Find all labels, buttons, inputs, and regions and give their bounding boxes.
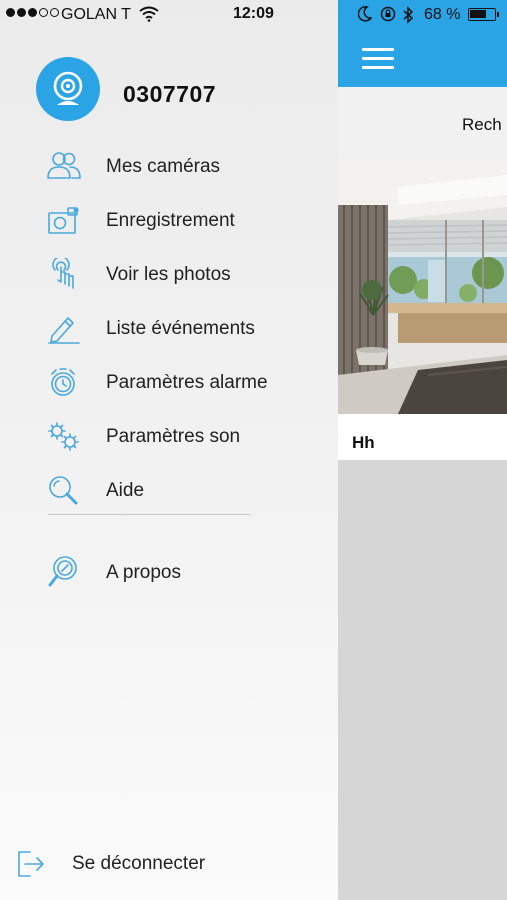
battery-icon: [468, 8, 499, 21]
bluetooth-icon: [403, 6, 414, 24]
status-time: 12:09: [233, 5, 274, 22]
search-bar[interactable]: Rech: [338, 87, 507, 165]
main-content: 68 % Rech Hh: [338, 0, 507, 900]
menu-label: Voir les photos: [106, 264, 231, 285]
menu-label: Mes caméras: [106, 156, 221, 177]
battery-percent: 68 %: [424, 6, 461, 23]
search-icon: [49, 476, 78, 505]
camera-thumbnail[interactable]: [338, 165, 507, 414]
menu-label: Liste événements: [106, 318, 255, 339]
moon-icon: [358, 6, 372, 22]
device-profile[interactable]: 0307707: [36, 57, 216, 121]
menu-item-voir-photos[interactable]: Voir les photos: [0, 247, 338, 301]
menu-label: Paramètres son: [106, 426, 241, 447]
users-icon: [47, 152, 81, 179]
navigation-drawer: GOLAN T 12:09 0307707 Mes caméras Enregi…: [0, 0, 338, 900]
logout-icon: [18, 851, 44, 877]
touch-hand-icon: [52, 258, 74, 289]
webcam-icon: [53, 71, 83, 105]
alarm-clock-icon: [51, 368, 75, 396]
menu-divider: [48, 514, 250, 515]
menu-item-aide[interactable]: Aide: [0, 463, 338, 517]
wifi-icon: [139, 6, 159, 22]
app-header: 68 %: [338, 0, 507, 87]
menu-item-enregistrement[interactable]: Enregistrement: [0, 193, 338, 247]
device-id: 0307707: [123, 81, 217, 107]
pencil-icon: [48, 317, 80, 344]
menu-item-mes-cameras[interactable]: Mes caméras: [0, 139, 338, 193]
menu-item-liste-evenements[interactable]: Liste événements: [0, 301, 338, 355]
search-label: Rech: [462, 115, 502, 134]
rotation-lock-icon: [380, 6, 396, 22]
carrier-name: GOLAN T: [61, 6, 131, 23]
menu-label: A propos: [106, 562, 181, 583]
menu-item-parametres-alarme[interactable]: Paramètres alarme: [0, 355, 338, 409]
drawer-menu: Mes caméras Enregistrement Voir les phot…: [0, 139, 338, 517]
logout-button[interactable]: Se déconnecter: [0, 840, 338, 886]
camera-record-icon: [48, 207, 79, 234]
hamburger-menu-button[interactable]: [362, 48, 394, 70]
camera-card[interactable]: Hh: [338, 165, 507, 460]
status-bar-right: 68 %: [338, 0, 507, 30]
camera-avatar: [36, 57, 100, 121]
about-magnifier-icon: [48, 556, 77, 587]
signal-strength-icon: [6, 8, 59, 17]
menu-item-parametres-son[interactable]: Paramètres son: [0, 409, 338, 463]
menu-label: Paramètres alarme: [106, 372, 268, 393]
logout-label: Se déconnecter: [72, 853, 206, 874]
menu-item-a-propos[interactable]: A propos: [0, 544, 338, 598]
menu-label: Aide: [106, 480, 145, 501]
gears-icon: [48, 422, 79, 451]
menu-label: Enregistrement: [106, 210, 235, 231]
camera-name: Hh: [352, 433, 375, 452]
status-bar-left: GOLAN T 12:09: [0, 0, 338, 30]
room-preview-image: [338, 165, 507, 414]
